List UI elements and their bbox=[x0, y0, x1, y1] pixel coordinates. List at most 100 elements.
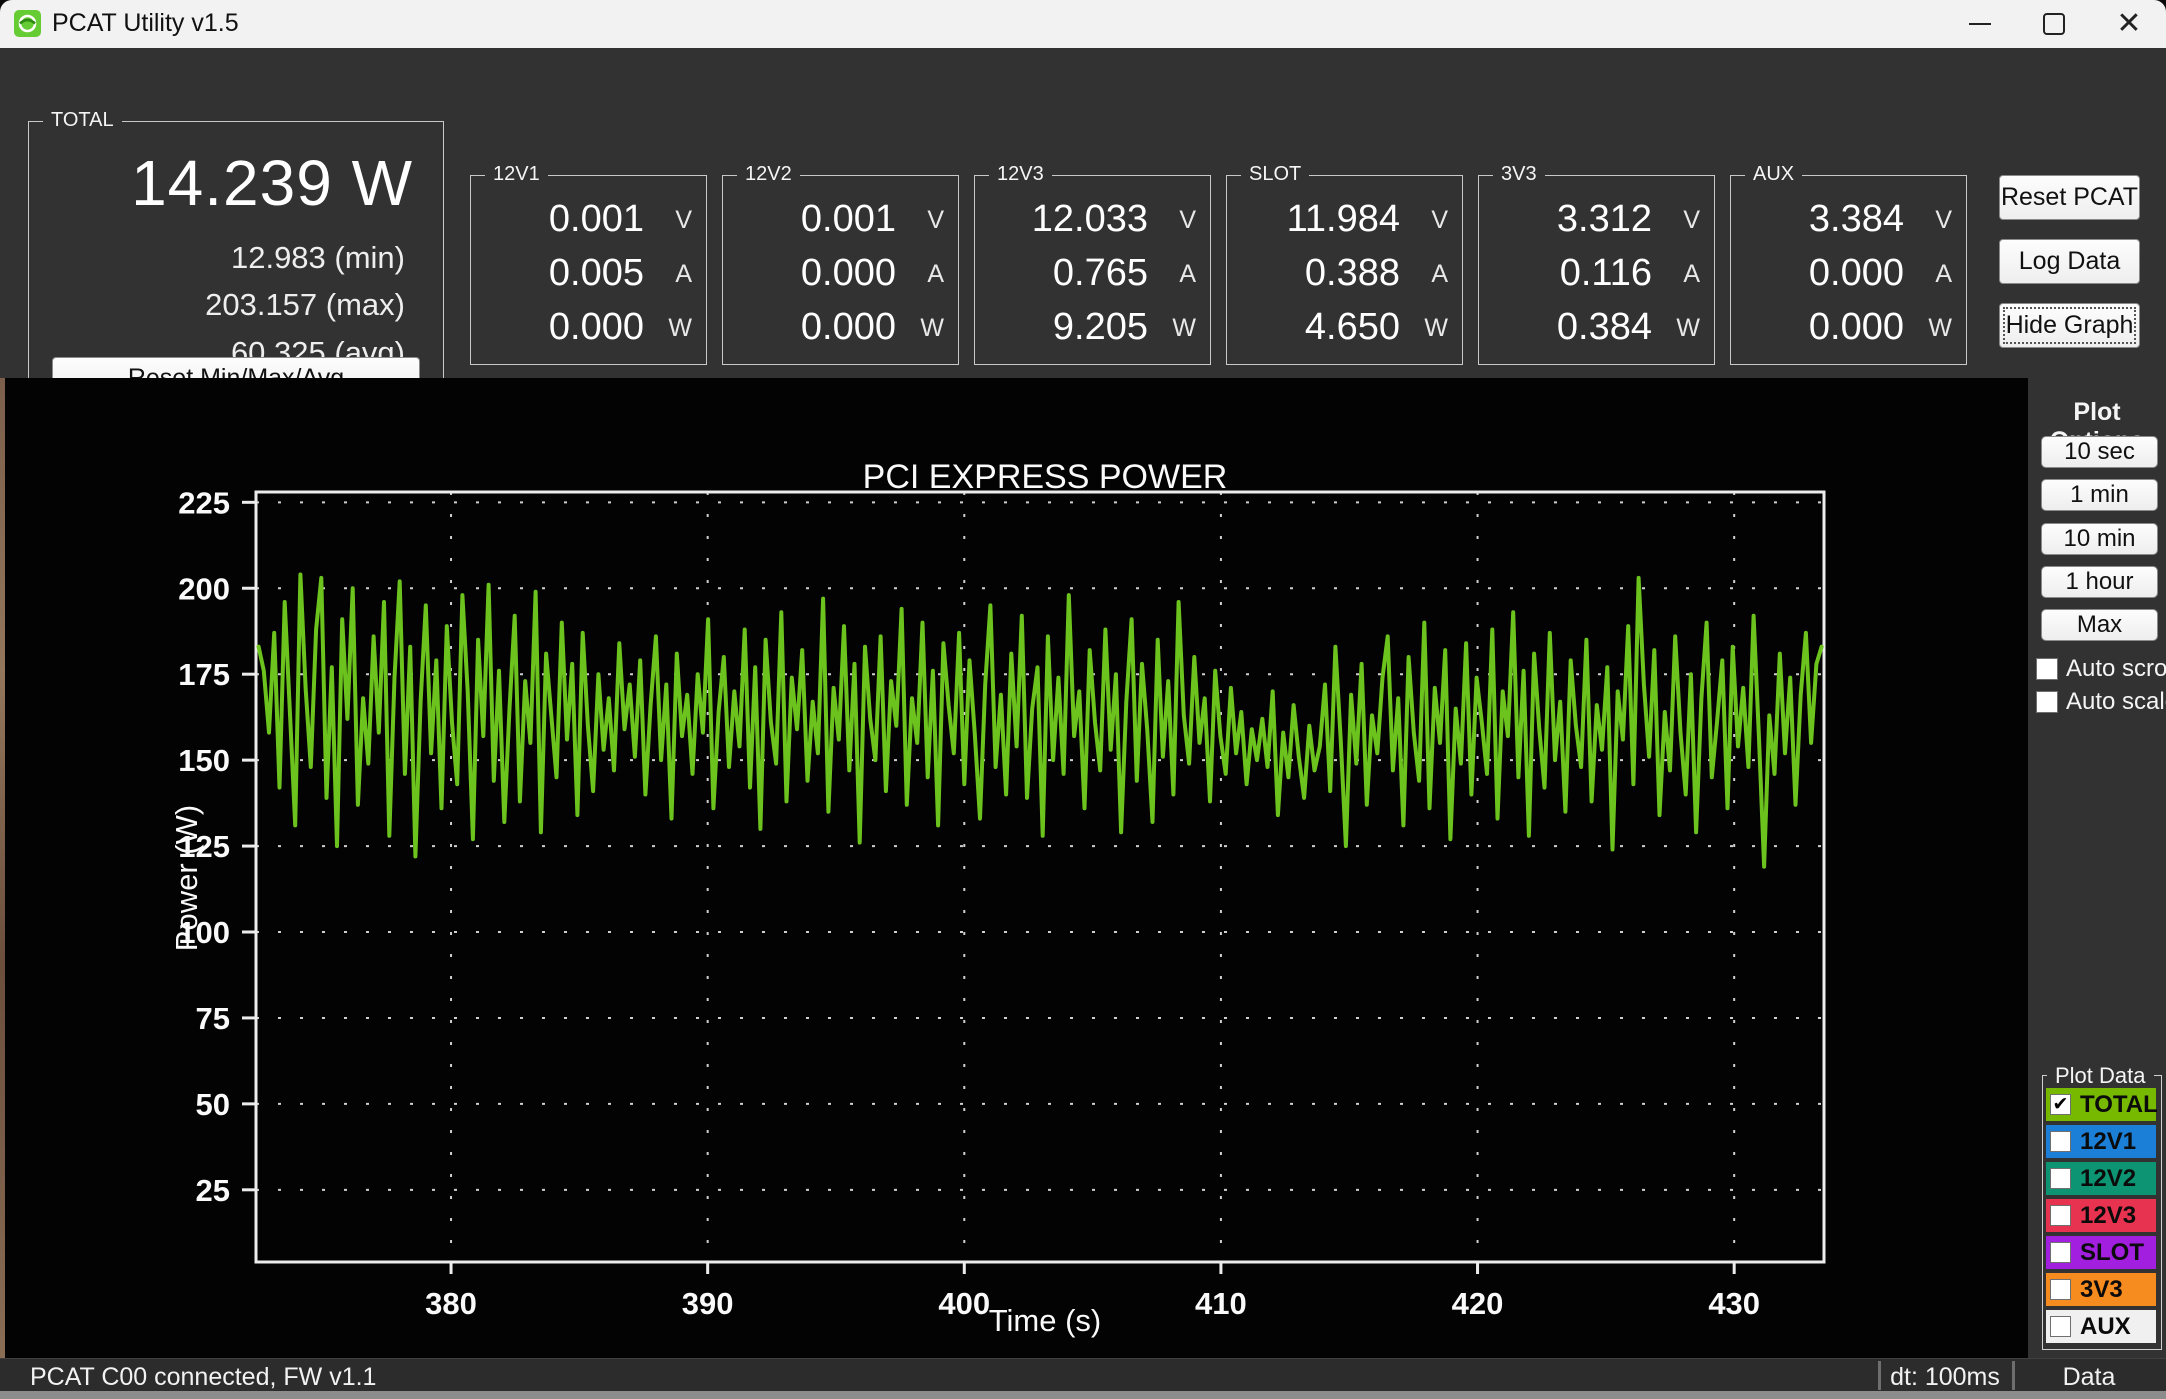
plot-data-row[interactable]: 3V3 bbox=[2046, 1273, 2156, 1306]
svg-text:380: 380 bbox=[425, 1286, 477, 1321]
series-label: 3V3 bbox=[2080, 1276, 2123, 1304]
checkbox bbox=[2036, 658, 2058, 680]
power-plot: 3803904004104204302550751001251501752002… bbox=[5, 378, 2028, 1358]
plot-data-label: Plot Data bbox=[2047, 1063, 2154, 1089]
plot-data-row[interactable]: 12V2 bbox=[2046, 1162, 2156, 1195]
rail-power: 4.650 bbox=[1305, 306, 1400, 349]
rail-label: 12V3 bbox=[989, 163, 1052, 186]
unit-volts: V bbox=[1431, 206, 1448, 235]
checkbox bbox=[2050, 1242, 2071, 1263]
unit-amps: A bbox=[1179, 260, 1196, 289]
checkbox bbox=[2050, 1316, 2071, 1337]
plot-controls-panel: Plot Options 10 sec 1 min 10 min 1 hour … bbox=[2028, 378, 2166, 1358]
range-1hour-button[interactable]: 1 hour bbox=[2041, 566, 2158, 598]
svg-text:225: 225 bbox=[178, 485, 230, 520]
unit-watts: W bbox=[668, 314, 692, 343]
rail-label: 12V1 bbox=[485, 163, 548, 186]
plot-data-row[interactable]: 12V1 bbox=[2046, 1125, 2156, 1158]
rail-current: 0.005 bbox=[549, 252, 644, 295]
range-10sec-button[interactable]: 10 sec bbox=[2041, 436, 2158, 468]
rail-current: 0.000 bbox=[801, 252, 896, 295]
rail-power: 9.205 bbox=[1053, 306, 1148, 349]
rail-groupbox-3v3: 3V3 3.312V 0.116A 0.384W bbox=[1478, 175, 1715, 365]
rail-power: 0.000 bbox=[1809, 306, 1904, 349]
auto-scale-label: Auto scale bbox=[2066, 688, 2166, 716]
rail-voltage: 11.984 bbox=[1287, 198, 1400, 241]
status-bar: PCAT C00 connected, FW v1.1 dt: 100ms Da… bbox=[0, 1358, 2166, 1392]
checkbox bbox=[2050, 1279, 2071, 1300]
rail-power: 0.000 bbox=[549, 306, 644, 349]
rail-label: SLOT bbox=[1241, 163, 1309, 186]
unit-amps: A bbox=[1431, 260, 1448, 289]
rail-groupbox-12v1: 12V1 0.001V 0.005A 0.000W bbox=[470, 175, 707, 365]
hide-graph-button[interactable]: Hide Graph bbox=[1999, 303, 2140, 348]
rail-label: 12V2 bbox=[737, 163, 800, 186]
rail-label: AUX bbox=[1745, 163, 1802, 186]
range-10min-button[interactable]: 10 min bbox=[2041, 523, 2158, 555]
unit-amps: A bbox=[927, 260, 944, 289]
close-button[interactable]: ✕ bbox=[2092, 0, 2166, 48]
graph-panel: 3803904004104204302550751001251501752002… bbox=[5, 378, 2028, 1358]
nvidia-logo-icon bbox=[14, 10, 41, 37]
checkbox bbox=[2050, 1168, 2071, 1189]
svg-text:25: 25 bbox=[196, 1173, 230, 1208]
series-label: AUX bbox=[2080, 1313, 2131, 1341]
rail-groupbox-slot: SLOT 11.984V 0.388A 4.650W bbox=[1226, 175, 1463, 365]
plot-data-row[interactable]: SLOT bbox=[2046, 1236, 2156, 1269]
plot-data-row[interactable]: 12V3 bbox=[2046, 1199, 2156, 1232]
plot-data-row[interactable]: AUX bbox=[2046, 1310, 2156, 1343]
log-data-button[interactable]: Log Data bbox=[1999, 239, 2140, 284]
maximize-button[interactable] bbox=[2017, 0, 2091, 48]
checkbox bbox=[2050, 1094, 2071, 1115]
unit-amps: A bbox=[1683, 260, 1700, 289]
checkbox bbox=[2050, 1205, 2071, 1226]
total-groupbox: TOTAL 14.239 W 12.983 (min) 203.157 (max… bbox=[28, 121, 444, 419]
unit-watts: W bbox=[1928, 314, 1952, 343]
window-bottom-edge bbox=[0, 1391, 2166, 1399]
sample-interval: dt: 100ms bbox=[1878, 1363, 2012, 1392]
series-label: 12V2 bbox=[2080, 1165, 2136, 1193]
plot-data-row[interactable]: TOTAL bbox=[2046, 1088, 2156, 1121]
total-label: TOTAL bbox=[43, 109, 122, 132]
titlebar: PCAT Utility v1.5 ✕ bbox=[0, 0, 2166, 49]
rail-voltage: 0.001 bbox=[549, 198, 644, 241]
range-max-button[interactable]: Max bbox=[2041, 609, 2158, 641]
svg-text:50: 50 bbox=[196, 1087, 230, 1122]
rail-current: 0.388 bbox=[1305, 252, 1400, 295]
total-min: 12.983 (min) bbox=[231, 240, 405, 276]
rail-label: 3V3 bbox=[1493, 163, 1545, 186]
window-title: PCAT Utility v1.5 bbox=[52, 9, 239, 38]
unit-volts: V bbox=[927, 206, 944, 235]
svg-text:430: 430 bbox=[1708, 1286, 1760, 1321]
rail-groupbox-aux: AUX 3.384V 0.000A 0.000W bbox=[1730, 175, 1967, 365]
rail-voltage: 3.312 bbox=[1557, 198, 1652, 241]
minimize-icon bbox=[1969, 23, 1991, 25]
rail-current: 0.000 bbox=[1809, 252, 1904, 295]
series-label: SLOT bbox=[2080, 1239, 2144, 1267]
app-window: PCAT Utility v1.5 ✕ TOTAL 14.239 W 12.98… bbox=[0, 0, 2166, 1399]
minimize-button[interactable] bbox=[1943, 0, 2017, 48]
unit-volts: V bbox=[1683, 206, 1700, 235]
rail-voltage: 3.384 bbox=[1809, 198, 1904, 241]
total-power-value: 14.239 W bbox=[131, 146, 413, 220]
auto-scale-checkbox[interactable]: Auto scale bbox=[2036, 688, 2166, 716]
close-icon: ✕ bbox=[2116, 9, 2141, 39]
series-label: 12V1 bbox=[2080, 1128, 2136, 1156]
rail-groupbox-12v3: 12V3 12.033V 0.765A 9.205W bbox=[974, 175, 1211, 365]
auto-scroll-checkbox[interactable]: Auto scroll bbox=[2036, 655, 2166, 683]
x-axis-label: Time (s) bbox=[740, 1303, 1350, 1339]
rail-voltage: 0.001 bbox=[801, 198, 896, 241]
series-label: 12V3 bbox=[2080, 1202, 2136, 1230]
unit-volts: V bbox=[1179, 206, 1196, 235]
reset-pcat-button[interactable]: Reset PCAT bbox=[1999, 175, 2140, 220]
unit-volts: V bbox=[675, 206, 692, 235]
series-label: TOTAL bbox=[2080, 1091, 2158, 1119]
svg-text:175: 175 bbox=[178, 657, 230, 692]
range-1min-button[interactable]: 1 min bbox=[2041, 479, 2158, 511]
unit-watts: W bbox=[1424, 314, 1448, 343]
unit-watts: W bbox=[920, 314, 944, 343]
rail-current: 0.765 bbox=[1053, 252, 1148, 295]
svg-text:420: 420 bbox=[1452, 1286, 1504, 1321]
rail-current: 0.116 bbox=[1560, 252, 1652, 295]
y-axis-label: Power (W) bbox=[169, 773, 205, 983]
